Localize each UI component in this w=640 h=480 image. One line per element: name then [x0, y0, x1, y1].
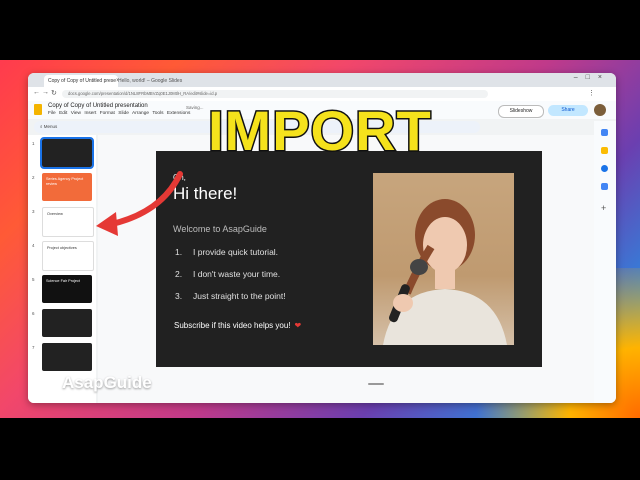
- tasks-icon[interactable]: [601, 165, 608, 172]
- share-button[interactable]: Share: [548, 105, 588, 116]
- list-text: I don't waste your time.: [193, 269, 281, 279]
- extensions-icon[interactable]: ⋮: [588, 89, 595, 97]
- list-number: 1.: [175, 247, 183, 257]
- speaker-illustration: [383, 199, 507, 345]
- tab-inactive-label: Hello, world! – Google Slides: [118, 78, 183, 84]
- tab-inactive[interactable]: Hello, world! – Google Slides: [114, 75, 188, 87]
- saving-status: Saving...: [186, 105, 204, 110]
- menu-insert[interactable]: Insert: [84, 111, 96, 116]
- list-item: 3. Just straight to the point!: [175, 291, 286, 301]
- slide-thumbnail-title: Series Agency Project review: [46, 177, 84, 186]
- list-item: 2. I don't waste your time.: [175, 269, 280, 279]
- slideshow-button[interactable]: Slideshow: [498, 105, 544, 118]
- menu-view[interactable]: View: [71, 111, 81, 116]
- letterbox-bottom: [0, 418, 640, 480]
- slide-thumbnail[interactable]: [40, 137, 94, 169]
- slide-thumbnail-title: Science Fair Project: [46, 279, 80, 283]
- list-text: I provide quick tutorial.: [193, 247, 279, 257]
- calendar-icon[interactable]: [601, 129, 608, 136]
- slide-filmstrip: 1 2 Series Agency Project review 3 Overview 4…: [28, 135, 96, 403]
- forward-icon[interactable]: →: [42, 89, 49, 96]
- menu-slide[interactable]: Slide: [118, 111, 129, 116]
- slide-thumbnail-number: 6: [32, 311, 35, 316]
- document-title[interactable]: Copy of Copy of Untitled presentation: [48, 103, 148, 109]
- window-controls[interactable]: –□×: [574, 74, 610, 81]
- menus-search[interactable]: Menus: [44, 124, 58, 129]
- tab-active[interactable]: Copy of Copy of Untitled prese ×: [44, 75, 118, 87]
- slide-thumbnail-title: Project objectives: [47, 246, 77, 250]
- menu-extensions[interactable]: Extensions: [167, 111, 190, 116]
- menu-file[interactable]: File: [48, 111, 56, 116]
- letterbox-top: [0, 0, 640, 60]
- slides-logo-icon[interactable]: [34, 104, 42, 115]
- slide-thumbnail[interactable]: Overview: [42, 207, 94, 237]
- back-icon[interactable]: ←: [33, 89, 40, 96]
- slide-thumbnail[interactable]: Project objectives: [42, 241, 94, 271]
- keep-icon[interactable]: [601, 147, 608, 154]
- slide-thumbnail-number: 5: [32, 277, 35, 282]
- menu-format[interactable]: Format: [100, 111, 115, 116]
- list-text: Just straight to the point!: [193, 291, 286, 301]
- tab-strip: Copy of Copy of Untitled prese × Hello, …: [28, 73, 616, 87]
- menu-edit[interactable]: Edit: [59, 111, 67, 116]
- slide-thumbnail[interactable]: [42, 309, 92, 337]
- slide-thumbnail-number: 1: [32, 141, 35, 146]
- add-on-plus-icon[interactable]: +: [601, 204, 608, 213]
- speaker-notes-handle[interactable]: [368, 383, 384, 385]
- asapguide-logo-icon: [36, 372, 58, 394]
- slide-thumbnail-number: 2: [32, 175, 35, 180]
- speaker-photo[interactable]: [373, 173, 514, 345]
- slide-thumbnail-number: 4: [32, 243, 35, 248]
- reload-icon[interactable]: ↻: [51, 89, 57, 97]
- tab-active-label: Copy of Copy of Untitled prese: [48, 78, 117, 84]
- url-field[interactable]: docs.google.com/presentation/d/1NL8FRbMB…: [62, 90, 488, 98]
- brand-name: AsapGuide: [62, 373, 152, 392]
- contacts-icon[interactable]: [601, 183, 608, 190]
- slide-thumbnail-title: Overview: [47, 212, 63, 216]
- slide-thumbnail[interactable]: Science Fair Project: [42, 275, 92, 303]
- avatar[interactable]: [594, 104, 606, 116]
- menu-arrange[interactable]: Arrange: [132, 111, 149, 116]
- headline-overlay: IMPORT: [207, 99, 433, 162]
- list-number: 3.: [175, 291, 183, 301]
- side-panel-rail: +: [594, 121, 616, 403]
- footer-text: Subscribe if this video helps you!: [174, 321, 291, 330]
- slide-thumbnail[interactable]: [42, 343, 92, 371]
- red-arrow-annotation: [96, 171, 183, 236]
- slide-thumbnail-number: 7: [32, 345, 35, 350]
- slide-thumbnail-number: 3: [32, 209, 35, 214]
- slide-thumbnail[interactable]: Series Agency Project review: [42, 173, 92, 201]
- slide-footer: Subscribe if this video helps you! ❤: [174, 321, 301, 330]
- list-number: 2.: [175, 269, 183, 279]
- menu-tools[interactable]: Tools: [152, 111, 163, 116]
- menu-bar: File Edit View Insert Format Slide Arran…: [48, 111, 190, 116]
- brand-watermark: AsapGuide: [36, 372, 152, 394]
- heart-icon: ❤: [294, 321, 302, 330]
- current-slide[interactable]: Oh, Hi there! Welcome to AsapGuide 1. I p…: [156, 151, 542, 367]
- list-item: 1. I provide quick tutorial.: [175, 247, 278, 257]
